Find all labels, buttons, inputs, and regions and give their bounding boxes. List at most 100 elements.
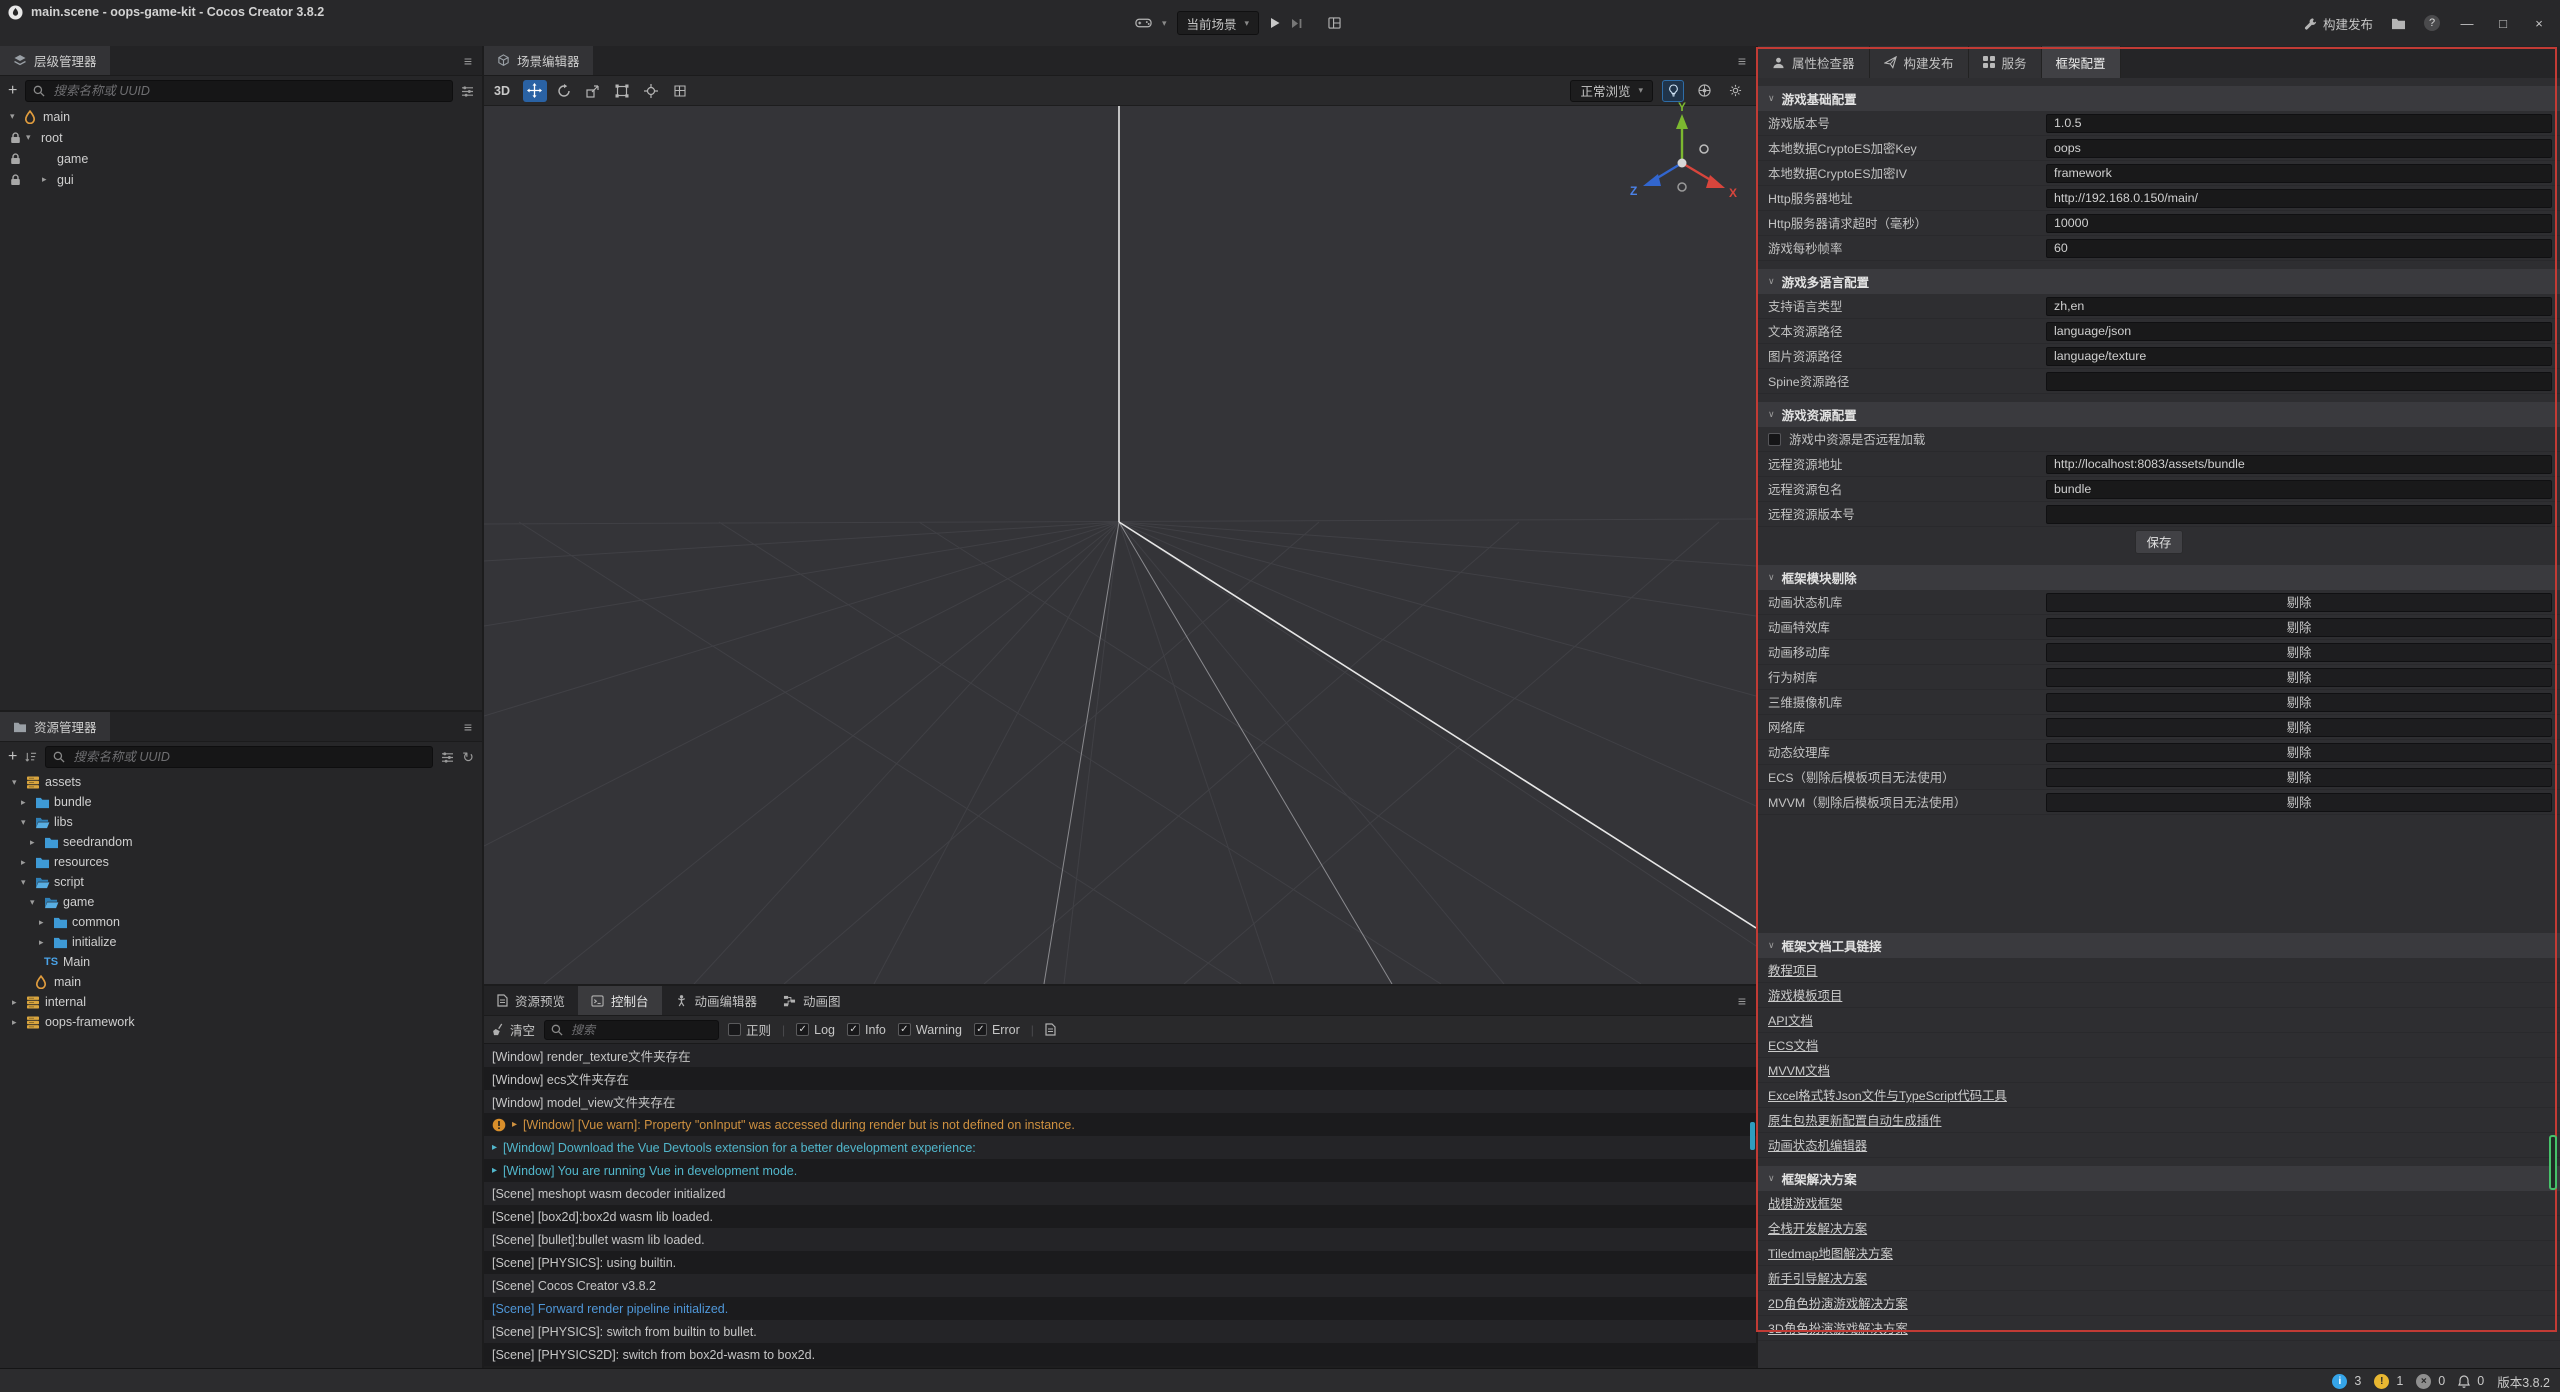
panel-menu-icon[interactable]: ≡: [464, 46, 472, 76]
remove-module-button[interactable]: 剔除: [2046, 668, 2552, 687]
tree-chevron[interactable]: ▾: [12, 777, 26, 788]
add-node-button[interactable]: +: [8, 83, 17, 99]
axis-gizmo[interactable]: Y X Z: [1622, 101, 1742, 211]
tree-chevron[interactable]: ▸: [12, 1017, 26, 1028]
tree-chevron[interactable]: ▸: [42, 174, 56, 185]
remove-module-button[interactable]: 剔除: [2046, 718, 2552, 737]
remove-module-button[interactable]: 剔除: [2046, 643, 2552, 662]
doc-link[interactable]: Excel格式转Json文件与TypeScript代码工具: [1768, 1086, 2007, 1104]
text-field[interactable]: [2046, 322, 2552, 341]
tab-hierarchy[interactable]: 层级管理器: [0, 46, 110, 75]
scene-viewport[interactable]: [484, 106, 1756, 984]
text-field[interactable]: [2046, 297, 2552, 316]
log-row[interactable]: ▸ [Window] [Vue warn]: Property "onInput…: [484, 1113, 1756, 1136]
view-mode-dropdown[interactable]: 正常浏览 ▾: [1570, 80, 1653, 102]
layout-icon[interactable]: [1328, 17, 1341, 29]
doc-link[interactable]: ECS文档: [1768, 1036, 1818, 1054]
log-filter-toggle[interactable]: ✓ Info: [847, 1023, 886, 1037]
minimize-button[interactable]: —: [2458, 16, 2476, 31]
log-row[interactable]: ▸ [Window] You are running Vue in develo…: [484, 1159, 1756, 1182]
play-button[interactable]: [1269, 17, 1281, 29]
tree-chevron[interactable]: ▾: [26, 132, 40, 143]
sort-icon[interactable]: [25, 751, 37, 763]
remove-module-button[interactable]: 剔除: [2046, 793, 2552, 812]
tab-scene-editor[interactable]: 场景编辑器: [484, 46, 593, 75]
inspector-tab[interactable]: 服务: [1969, 46, 2042, 78]
text-field[interactable]: [2046, 164, 2552, 183]
inspector-tab[interactable]: 构建发布: [1870, 46, 1969, 78]
scene-tool-button[interactable]: [668, 80, 692, 102]
doc-link[interactable]: Tiledmap地图解决方案: [1768, 1244, 1893, 1262]
doc-link[interactable]: 游戏模板项目: [1768, 986, 1842, 1004]
tree-chevron[interactable]: ▾: [21, 877, 35, 888]
tree-chevron[interactable]: ▸: [12, 997, 26, 1008]
hierarchy-node[interactable]: ▸ gui: [0, 169, 482, 190]
filter-icon[interactable]: [441, 752, 454, 763]
tree-chevron[interactable]: ▸: [21, 797, 35, 808]
tree-chevron[interactable]: ▸: [39, 937, 53, 948]
asset-node[interactable]: ▾ assets: [0, 772, 482, 792]
refresh-icon[interactable]: ↻: [462, 749, 474, 766]
text-field[interactable]: [2046, 505, 2552, 524]
remove-module-button[interactable]: 剔除: [2046, 743, 2552, 762]
text-field[interactable]: [2046, 372, 2552, 391]
asset-node[interactable]: ▾ game: [0, 892, 482, 912]
close-button[interactable]: ×: [2530, 16, 2548, 31]
doc-link[interactable]: MVVM文档: [1768, 1061, 1830, 1079]
asset-node[interactable]: ▾ script: [0, 872, 482, 892]
tree-chevron[interactable]: ▾: [10, 111, 24, 122]
lighting-toggle[interactable]: [1662, 80, 1684, 102]
text-field[interactable]: [2046, 189, 2552, 208]
section-header[interactable]: ∨游戏资源配置: [1758, 402, 2560, 427]
asset-node[interactable]: main: [0, 972, 482, 992]
asset-node[interactable]: ▸ internal: [0, 992, 482, 1012]
chevron-down-icon[interactable]: ▾: [1162, 18, 1167, 29]
help-icon[interactable]: ?: [2424, 15, 2440, 31]
clear-console-button[interactable]: 清空: [492, 1020, 535, 1039]
log-file-icon[interactable]: [1045, 1023, 1056, 1036]
log-row[interactable]: [Scene] meshopt wasm decoder initialized: [484, 1182, 1756, 1205]
text-field[interactable]: [2046, 455, 2552, 474]
doc-link[interactable]: 战棋游戏框架: [1768, 1194, 1842, 1212]
scene-tool-button[interactable]: [610, 80, 634, 102]
tree-chevron[interactable]: ▾: [21, 817, 35, 828]
console-scrollbar-thumb[interactable]: [1750, 1122, 1755, 1150]
doc-link[interactable]: 全栈开发解决方案: [1768, 1219, 1867, 1237]
expand-chevron-icon[interactable]: ▸: [512, 1119, 517, 1130]
panel-menu-icon[interactable]: ≡: [464, 712, 472, 742]
filter-icon[interactable]: [461, 86, 474, 97]
console-search-input[interactable]: [569, 1022, 712, 1038]
maximize-button[interactable]: □: [2494, 16, 2512, 31]
remove-module-button[interactable]: 剔除: [2046, 693, 2552, 712]
expand-chevron-icon[interactable]: ▸: [492, 1165, 497, 1176]
expand-chevron-icon[interactable]: ▸: [492, 1142, 497, 1153]
doc-link[interactable]: 3D角色扮演游戏解决方案: [1768, 1319, 1908, 1337]
hierarchy-search[interactable]: [25, 80, 453, 102]
console-search[interactable]: [544, 1020, 719, 1040]
step-button[interactable]: [1291, 18, 1303, 29]
doc-link[interactable]: 新手引导解决方案: [1768, 1269, 1867, 1287]
log-filter-toggle[interactable]: ✓ Error: [974, 1023, 1020, 1037]
assets-search-input[interactable]: [71, 749, 425, 765]
tree-chevron[interactable]: ▸: [21, 857, 35, 868]
asset-node[interactable]: ▾ libs: [0, 812, 482, 832]
remove-module-button[interactable]: 剔除: [2046, 768, 2552, 787]
console-tab[interactable]: 资源预览: [484, 986, 578, 1015]
doc-link[interactable]: 动画状态机编辑器: [1768, 1136, 1867, 1154]
log-row[interactable]: [Scene] [PHYSICS]: using builtin.: [484, 1251, 1756, 1274]
text-field[interactable]: [2046, 347, 2552, 366]
inspector-scrollbar-thumb[interactable]: [2549, 1135, 2557, 1190]
hierarchy-node[interactable]: ▾ root: [0, 127, 482, 148]
text-field[interactable]: [2046, 480, 2552, 499]
assets-search[interactable]: [45, 746, 433, 768]
log-row[interactable]: [Window] render_texture文件夹存在: [484, 1044, 1756, 1067]
inspector-tab[interactable]: 框架配置: [2042, 46, 2121, 78]
text-field[interactable]: [2046, 114, 2552, 133]
log-row[interactable]: [Scene] Forward render pipeline initiali…: [484, 1297, 1756, 1320]
section-header[interactable]: ∨游戏多语言配置: [1758, 269, 2560, 294]
panel-menu-icon[interactable]: ≡: [1738, 986, 1746, 1016]
log-filter-toggle[interactable]: ✓ Warning: [898, 1023, 962, 1037]
log-row[interactable]: [Scene] Cocos Creator v3.8.2: [484, 1274, 1756, 1297]
hierarchy-node[interactable]: ▾ main: [0, 106, 482, 127]
doc-link[interactable]: API文档: [1768, 1011, 1813, 1029]
